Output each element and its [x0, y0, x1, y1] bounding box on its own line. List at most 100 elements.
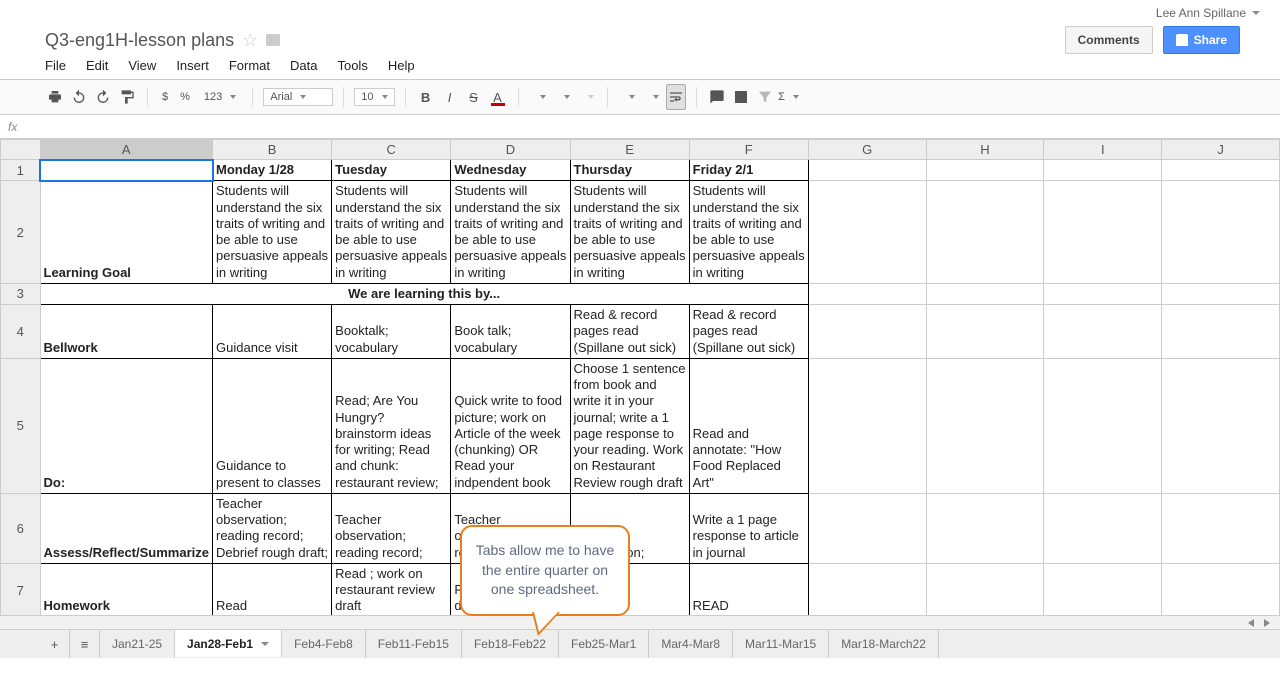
- filter-icon[interactable]: [755, 84, 775, 110]
- menu-help[interactable]: Help: [388, 58, 415, 73]
- font-size-select[interactable]: 10: [354, 88, 394, 106]
- sheet-tab[interactable]: Mar11-Mar15: [733, 630, 829, 658]
- cell-I1[interactable]: [1044, 160, 1162, 181]
- cell[interactable]: [808, 283, 926, 304]
- cell-J5[interactable]: [1162, 358, 1280, 493]
- functions-icon[interactable]: Σ: [779, 84, 799, 110]
- sheet-tab[interactable]: Mar18-March22: [829, 630, 939, 658]
- menu-view[interactable]: View: [128, 58, 156, 73]
- cell-I6[interactable]: [1044, 493, 1162, 563]
- cell-H7[interactable]: [926, 563, 1044, 615]
- undo-icon[interactable]: [69, 84, 89, 110]
- paint-format-icon[interactable]: [117, 84, 137, 110]
- cell-G4[interactable]: [808, 305, 926, 359]
- scroll-left-icon[interactable]: [1244, 616, 1258, 629]
- cell-B2[interactable]: Students will understand the six traits …: [213, 181, 332, 284]
- col-head-C[interactable]: C: [332, 140, 451, 160]
- cell-J4[interactable]: [1162, 305, 1280, 359]
- cell[interactable]: [926, 283, 1044, 304]
- col-head-D[interactable]: D: [451, 140, 570, 160]
- sheet-tab[interactable]: Jan21-25: [100, 630, 175, 658]
- cell-J7[interactable]: [1162, 563, 1280, 615]
- menu-file[interactable]: File: [45, 58, 66, 73]
- col-head-H[interactable]: H: [926, 140, 1044, 160]
- cell-I4[interactable]: [1044, 305, 1162, 359]
- cell-H1[interactable]: [926, 160, 1044, 181]
- cell[interactable]: [1162, 283, 1280, 304]
- comments-button[interactable]: Comments: [1065, 26, 1153, 54]
- cell-H6[interactable]: [926, 493, 1044, 563]
- print-icon[interactable]: [45, 84, 65, 110]
- cell-G1[interactable]: [808, 160, 926, 181]
- cell-C2[interactable]: Students will understand the six traits …: [332, 181, 451, 284]
- strikethrough-icon[interactable]: S: [464, 84, 484, 110]
- col-head-F[interactable]: F: [689, 140, 808, 160]
- col-head-E[interactable]: E: [570, 140, 689, 160]
- cell-G7[interactable]: [808, 563, 926, 615]
- redo-icon[interactable]: [93, 84, 113, 110]
- menu-data[interactable]: Data: [290, 58, 317, 73]
- cell-A1[interactable]: [40, 160, 212, 181]
- row-head-4[interactable]: 4: [1, 305, 41, 359]
- cell-A5[interactable]: Do:: [40, 358, 212, 493]
- cell-merged-3[interactable]: We are learning this by...: [40, 283, 808, 304]
- menu-insert[interactable]: Insert: [176, 58, 209, 73]
- cell-E2[interactable]: Students will understand the six traits …: [570, 181, 689, 284]
- cell-J6[interactable]: [1162, 493, 1280, 563]
- row-head-3[interactable]: 3: [1, 283, 41, 304]
- cell-A2[interactable]: Learning Goal: [40, 181, 212, 284]
- formula-input[interactable]: [38, 120, 1280, 134]
- cell-F5[interactable]: Read and annotate: "How Food Replaced Ar…: [689, 358, 808, 493]
- cell-F4[interactable]: Read & record pages read (Spillane out s…: [689, 305, 808, 359]
- text-color-icon[interactable]: A: [488, 84, 508, 110]
- cell-G5[interactable]: [808, 358, 926, 493]
- currency-button[interactable]: $: [158, 91, 172, 103]
- scroll-right-icon[interactable]: [1260, 616, 1274, 629]
- menu-tools[interactable]: Tools: [337, 58, 367, 73]
- cell-D2[interactable]: Students will understand the six traits …: [451, 181, 570, 284]
- row-head-6[interactable]: 6: [1, 493, 41, 563]
- bold-icon[interactable]: B: [416, 84, 436, 110]
- col-head-J[interactable]: J: [1162, 140, 1280, 160]
- horizontal-scroll-strip[interactable]: [0, 615, 1280, 629]
- cell-G6[interactable]: [808, 493, 926, 563]
- col-head-A[interactable]: A: [40, 140, 212, 160]
- cell-I5[interactable]: [1044, 358, 1162, 493]
- folder-icon[interactable]: [266, 34, 280, 46]
- cell-E4[interactable]: Read & record pages read (Spillane out s…: [570, 305, 689, 359]
- cell-I7[interactable]: [1044, 563, 1162, 615]
- merge-cells-icon[interactable]: [577, 84, 597, 110]
- col-head-B[interactable]: B: [213, 140, 332, 160]
- wrap-text-icon[interactable]: [666, 84, 686, 110]
- cell-B6[interactable]: Teacher observation; reading record; Deb…: [213, 493, 332, 563]
- sheet-tab[interactable]: Feb25-Mar1: [559, 630, 649, 658]
- insert-comment-icon[interactable]: [707, 84, 727, 110]
- cell-B4[interactable]: Guidance visit: [213, 305, 332, 359]
- cell[interactable]: [1044, 283, 1162, 304]
- cell-F1[interactable]: Friday 2/1: [689, 160, 808, 181]
- cell-A7[interactable]: Homework: [40, 563, 212, 615]
- insert-chart-icon[interactable]: [731, 84, 751, 110]
- cell-D4[interactable]: Book talk; vocabulary: [451, 305, 570, 359]
- sheet-area[interactable]: ABCDEFGHIJ1Monday 1/28TuesdayWednesdayTh…: [0, 139, 1280, 615]
- cell-C5[interactable]: Read; Are You Hungry? brainstorm ideas f…: [332, 358, 451, 493]
- row-head-5[interactable]: 5: [1, 358, 41, 493]
- fill-color-icon[interactable]: [529, 84, 549, 110]
- cell-G2[interactable]: [808, 181, 926, 284]
- cell-H5[interactable]: [926, 358, 1044, 493]
- cell-A6[interactable]: Assess/Reflect/Summarize: [40, 493, 212, 563]
- add-sheet-button[interactable]: +: [40, 630, 70, 658]
- row-head-2[interactable]: 2: [1, 181, 41, 284]
- cell-H4[interactable]: [926, 305, 1044, 359]
- row-head-7[interactable]: 7: [1, 563, 41, 615]
- italic-icon[interactable]: I: [440, 84, 460, 110]
- number-format-dropdown[interactable]: 123: [198, 91, 242, 103]
- select-all-corner[interactable]: [1, 140, 41, 160]
- cell-J2[interactable]: [1162, 181, 1280, 284]
- sheet-tab[interactable]: Feb4-Feb8: [282, 630, 366, 658]
- cell-I2[interactable]: [1044, 181, 1162, 284]
- cell-E1[interactable]: Thursday: [570, 160, 689, 181]
- cell-B7[interactable]: Read: [213, 563, 332, 615]
- cell-F7[interactable]: READ: [689, 563, 808, 615]
- all-sheets-button[interactable]: ≡: [70, 630, 100, 658]
